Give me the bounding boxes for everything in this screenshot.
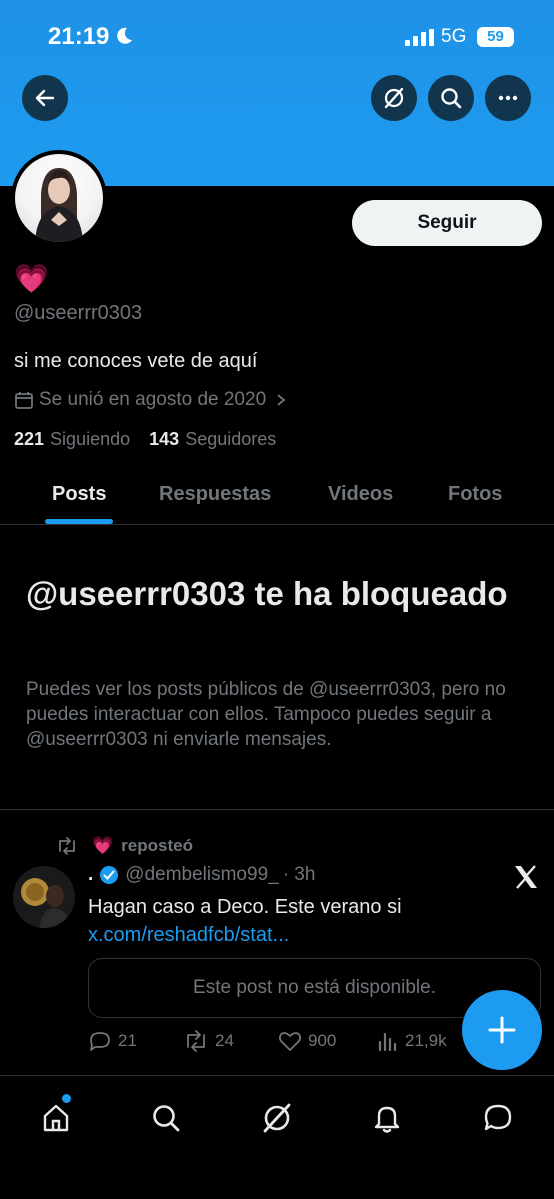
grok-button[interactable] xyxy=(371,75,417,121)
profile-bio: si me conoces vete de aquí xyxy=(14,350,258,372)
like-icon xyxy=(278,1032,302,1051)
tab-replies[interactable]: Respuestas xyxy=(159,483,271,506)
profile-handle: @useerrr0303 xyxy=(14,302,143,324)
nav-grok[interactable] xyxy=(257,1098,297,1138)
status-time: 21:19 xyxy=(48,23,110,50)
repost-emoji: 💗 xyxy=(92,836,114,855)
display-name: 💗 xyxy=(14,263,49,294)
profile-avatar[interactable] xyxy=(11,150,107,246)
followers-label: Seguidores xyxy=(185,429,277,449)
following-label: Siguiendo xyxy=(50,429,131,449)
views-button[interactable]: 21,9k xyxy=(377,1030,447,1052)
reply-button[interactable]: 21 xyxy=(88,1030,137,1052)
home-notification-dot xyxy=(62,1094,71,1103)
grok-nav-icon xyxy=(263,1103,291,1133)
signal-icon xyxy=(405,29,434,46)
follow-button[interactable]: Seguir xyxy=(352,200,542,246)
like-button[interactable]: 900 xyxy=(278,1030,336,1052)
status-bar: 21:19 5G 59 xyxy=(0,0,554,72)
more-icon xyxy=(498,95,518,101)
repost-action-icon xyxy=(187,1030,205,1052)
notifications-icon xyxy=(374,1106,400,1133)
views-count: 21,9k xyxy=(405,1031,447,1050)
tab-photos[interactable]: Fotos xyxy=(448,483,502,506)
nav-messages[interactable] xyxy=(478,1098,518,1138)
explore-icon xyxy=(153,1105,180,1132)
nav-notifications[interactable] xyxy=(367,1098,407,1138)
home-icon xyxy=(43,1104,69,1132)
search-button[interactable] xyxy=(428,75,474,121)
post-time: · 3h xyxy=(282,864,316,885)
tab-videos[interactable]: Videos xyxy=(328,483,393,506)
repost-count: 24 xyxy=(215,1031,234,1050)
post-link[interactable]: x.com/reshadfcb/stat... xyxy=(88,924,289,946)
like-count: 900 xyxy=(308,1031,337,1050)
active-tab-indicator xyxy=(45,519,113,524)
compose-button[interactable] xyxy=(462,990,542,1070)
followers-count: 143 xyxy=(149,429,180,449)
moon-icon xyxy=(117,27,132,44)
joined-label: Se unió en agosto de 2020 xyxy=(39,389,267,410)
profile-tabs: Posts Respuestas Videos Fotos xyxy=(0,470,554,525)
battery-indicator: 59 xyxy=(477,27,514,47)
following-count: 221 xyxy=(14,429,45,449)
calendar-icon xyxy=(15,392,33,409)
blocked-title: @useerrr0303 te ha bloqueado xyxy=(26,575,508,612)
followers-link[interactable]: 143 Seguidores xyxy=(149,429,276,449)
post-body: Hagan caso a Deco. Este verano si xyxy=(88,896,402,918)
repost-label: reposteó xyxy=(121,836,193,855)
follow-counts: 221 Siguiendo 143 Seguidores xyxy=(14,429,276,450)
post-author-avatar[interactable] xyxy=(13,866,75,928)
repost-icon xyxy=(59,837,75,855)
back-button[interactable] xyxy=(22,75,68,121)
repost-button[interactable]: 24 xyxy=(183,1030,234,1052)
back-arrow-icon xyxy=(35,89,55,107)
avatar-image xyxy=(35,168,83,242)
compose-plus-icon xyxy=(488,1016,516,1044)
more-button[interactable] xyxy=(485,75,531,121)
joined-date[interactable]: Se unió en agosto de 2020 xyxy=(14,389,288,411)
author-avatar-image xyxy=(13,866,75,928)
nav-explore[interactable] xyxy=(146,1098,186,1138)
blocked-description: Puedes ver los posts públicos de @useerr… xyxy=(26,679,506,750)
bottom-navigation xyxy=(0,1076,554,1199)
repost-context: 💗 reposteó xyxy=(56,836,193,856)
x-logo-icon xyxy=(515,865,537,889)
unavailable-label: Este post no está disponible. xyxy=(193,977,436,998)
verified-icon xyxy=(100,866,119,884)
tab-posts[interactable]: Posts xyxy=(52,483,106,506)
chevron-right-icon xyxy=(277,394,286,406)
nav-home[interactable] xyxy=(36,1098,76,1138)
search-icon xyxy=(441,88,462,109)
section-divider xyxy=(0,809,554,810)
post-author-handle[interactable]: @dembelismo99_ xyxy=(125,864,278,886)
reply-icon xyxy=(90,1032,110,1051)
post-text: Hagan caso a Deco. Este verano si x.com/… xyxy=(88,893,498,949)
post-actions: 21 24 900 21,9k xyxy=(88,1030,468,1056)
post-header: . @dembelismo99_ · 3h xyxy=(88,864,315,886)
reply-count: 21 xyxy=(118,1031,137,1050)
grok-icon xyxy=(384,87,404,109)
following-link[interactable]: 221 Siguiendo xyxy=(14,429,130,449)
post-author-name[interactable]: . xyxy=(88,864,93,886)
messages-icon xyxy=(484,1104,512,1131)
network-label: 5G xyxy=(441,26,467,47)
views-icon xyxy=(378,1032,397,1052)
